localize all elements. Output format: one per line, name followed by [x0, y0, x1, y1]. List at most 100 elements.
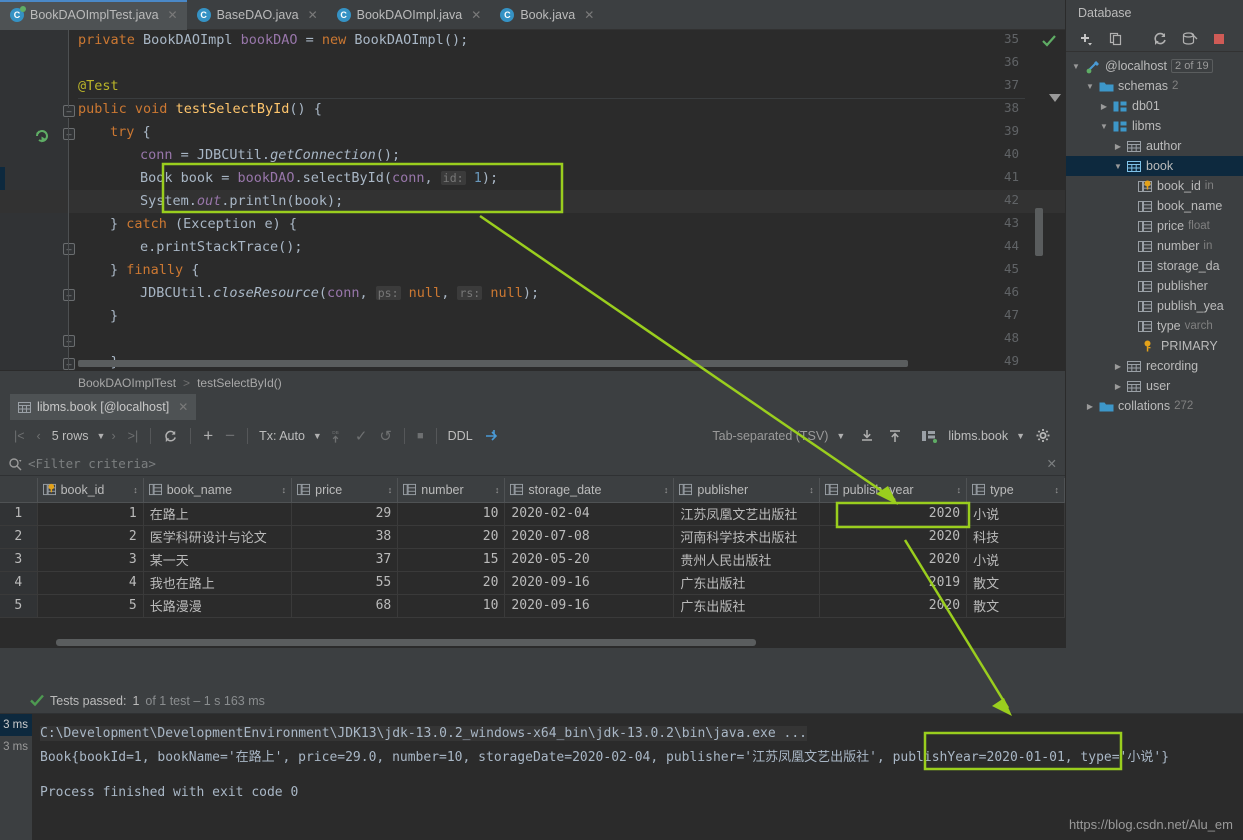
row-number[interactable]: 4 [0, 571, 38, 595]
cell-type[interactable]: 小说 [966, 548, 1065, 572]
copy-button[interactable] [1102, 27, 1130, 51]
cell-storage-date[interactable]: 2020-09-16 [504, 571, 675, 595]
code-fold-marker[interactable]: – [63, 358, 75, 370]
remove-row-button[interactable]: − [219, 424, 241, 448]
sort-icon[interactable]: ↕ [133, 485, 138, 495]
sort-icon[interactable]: ↕ [957, 485, 962, 495]
add-datasource-button[interactable] [1072, 27, 1100, 51]
first-page-button[interactable]: |< [8, 424, 31, 448]
editor-tab-bookdaoimpl[interactable]: C BookDAOImpl.java ✕ [327, 0, 491, 30]
table-row[interactable]: 3 3 某一天 37 15 2020-05-20 贵州人民出版社 2020 小说 [0, 548, 1065, 572]
sort-icon[interactable]: ↕ [809, 485, 814, 495]
tree-item-storage-date[interactable]: storage_da [1066, 256, 1243, 276]
sort-icon[interactable]: ↕ [664, 485, 669, 495]
stop-button[interactable]: ■ [411, 424, 430, 448]
tree-item-book-id[interactable]: book_id in [1066, 176, 1243, 196]
cell-price[interactable]: 37 [291, 548, 399, 572]
submit-to-db-button[interactable]: DB [322, 424, 349, 448]
tree-item-publisher[interactable]: publisher [1066, 276, 1243, 296]
editor-tab-bookdaoimpltest[interactable]: C BookDAOImplTest.java ✕ [0, 0, 187, 30]
chevron-down-icon[interactable]: ▼ [313, 431, 322, 441]
chevron-down-icon[interactable]: ▼ [1099, 122, 1109, 131]
row-number[interactable]: 1 [0, 502, 38, 526]
table-row[interactable]: 4 4 我也在路上 55 20 2020-09-16 广东出版社 2019 散文 [0, 571, 1065, 595]
cell-book-id[interactable]: 1 [37, 502, 144, 526]
row-number[interactable]: 5 [0, 594, 38, 618]
cell-number[interactable]: 20 [397, 525, 506, 549]
cell-storage-date[interactable]: 2020-09-16 [504, 594, 675, 618]
import-button[interactable] [881, 424, 909, 448]
console-output[interactable]: C:\Development\DevelopmentEnvironment\JD… [32, 714, 1243, 840]
test-tree-timings[interactable]: 3 ms 3 ms [0, 714, 32, 840]
cell-book-id[interactable]: 3 [37, 548, 144, 572]
chevron-down-icon[interactable]: ▼ [836, 431, 845, 441]
chevron-right-icon[interactable]: ▶ [1099, 102, 1109, 111]
editor-tab-basedao[interactable]: C BaseDAO.java ✕ [187, 0, 327, 30]
table-row[interactable]: 5 5 长路漫漫 68 10 2020-09-16 广东出版社 2020 散文 [0, 594, 1065, 618]
row-number[interactable]: 2 [0, 525, 38, 549]
settings-button[interactable] [1029, 424, 1057, 448]
next-page-button[interactable]: › [105, 424, 121, 448]
cell-book-name[interactable]: 在路上 [143, 502, 293, 526]
tree-item-price[interactable]: price float [1066, 216, 1243, 236]
row-number[interactable]: 3 [0, 548, 38, 572]
rollback-button[interactable]: ↺ [373, 424, 398, 448]
cell-storage-date[interactable]: 2020-02-04 [504, 502, 675, 526]
tree-item-book-name[interactable]: book_name [1066, 196, 1243, 216]
sort-icon[interactable]: ↕ [1055, 485, 1060, 495]
cell-publish-year[interactable]: 2020 [819, 548, 968, 572]
close-icon[interactable]: ✕ [471, 8, 481, 22]
tree-item-book[interactable]: ▼ book [1066, 156, 1243, 176]
cell-book-name[interactable]: 我也在路上 [143, 571, 293, 595]
sort-icon[interactable]: ↕ [388, 485, 393, 495]
tab-libms-book[interactable]: libms.book [@localhost] ✕ [10, 394, 197, 420]
cell-storage-date[interactable]: 2020-07-08 [504, 525, 675, 549]
cell-book-name[interactable]: 长路漫漫 [143, 594, 293, 618]
last-page-button[interactable]: >| [122, 424, 145, 448]
chevron-down-icon[interactable]: ▼ [1016, 431, 1025, 441]
data-grid[interactable]: book_id ↕ book_name ↕ price ↕ number ↕ s… [0, 478, 1065, 648]
filter-row[interactable]: <Filter criteria> ✕ [0, 452, 1065, 476]
tree-item-publish-year[interactable]: publish_yea [1066, 296, 1243, 316]
tree-item-type[interactable]: type varch [1066, 316, 1243, 336]
cell-number[interactable]: 10 [397, 502, 506, 526]
cell-publish-year[interactable]: 2020 [819, 525, 968, 549]
column-header-storage-date[interactable]: storage_date ↕ [504, 478, 675, 503]
filter-criteria-input[interactable]: <Filter criteria> [28, 456, 156, 471]
cell-publisher[interactable]: 广东出版社 [673, 571, 820, 595]
row-count-label[interactable]: 5 rows [47, 429, 94, 443]
column-header-publisher[interactable]: publisher ↕ [673, 478, 820, 503]
transaction-mode-label[interactable]: Tx: Auto [254, 429, 310, 443]
chevron-right-icon[interactable]: ▶ [1113, 362, 1123, 371]
cell-type[interactable]: 散文 [966, 594, 1065, 618]
cell-book-name[interactable]: 某一天 [143, 548, 293, 572]
test-timing-root[interactable]: 3 ms [0, 714, 32, 736]
inspection-ok-icon[interactable] [1041, 34, 1057, 48]
expand-button[interactable] [478, 424, 506, 448]
cell-type[interactable]: 科技 [966, 525, 1065, 549]
cell-publish-year[interactable]: 2020 [819, 594, 968, 618]
chevron-right-icon[interactable]: ▶ [1113, 382, 1123, 391]
ddl-button[interactable]: DDL [443, 429, 478, 443]
commit-button[interactable]: ✓ [349, 424, 374, 448]
refresh-button[interactable] [1146, 27, 1174, 51]
prev-page-button[interactable]: ‹ [31, 424, 47, 448]
close-icon[interactable]: ✕ [178, 400, 188, 414]
stop-button[interactable] [1206, 27, 1232, 51]
cell-number[interactable]: 15 [397, 548, 506, 572]
chevron-right-icon[interactable]: ▶ [1085, 402, 1095, 411]
cell-storage-date[interactable]: 2020-05-20 [504, 548, 675, 572]
column-header-book-name[interactable]: book_name ↕ [143, 478, 293, 503]
run-test-icon[interactable] [34, 128, 50, 144]
close-icon[interactable]: ✕ [168, 8, 178, 22]
database-tree[interactable]: ▼ @localhost 2 of 19 ▼ schemas 2 ▶ db01 … [1066, 52, 1243, 416]
breadcrumb-method[interactable]: testSelectById() [197, 376, 282, 390]
cell-price[interactable]: 55 [291, 571, 399, 595]
chevron-down-icon[interactable]: ▼ [1113, 162, 1123, 171]
cell-book-id[interactable]: 2 [37, 525, 144, 549]
code-fold-marker[interactable]: – [63, 128, 75, 140]
table-row[interactable]: 1 1 在路上 29 10 2020-02-04 江苏凤凰文艺出版社 2020 … [0, 502, 1065, 526]
chevron-down-icon[interactable]: ▼ [1071, 62, 1081, 71]
table-row[interactable]: 2 2 医学科研设计与论文 38 20 2020-07-08 河南科学技术出版社… [0, 525, 1065, 549]
cell-price[interactable]: 68 [291, 594, 399, 618]
